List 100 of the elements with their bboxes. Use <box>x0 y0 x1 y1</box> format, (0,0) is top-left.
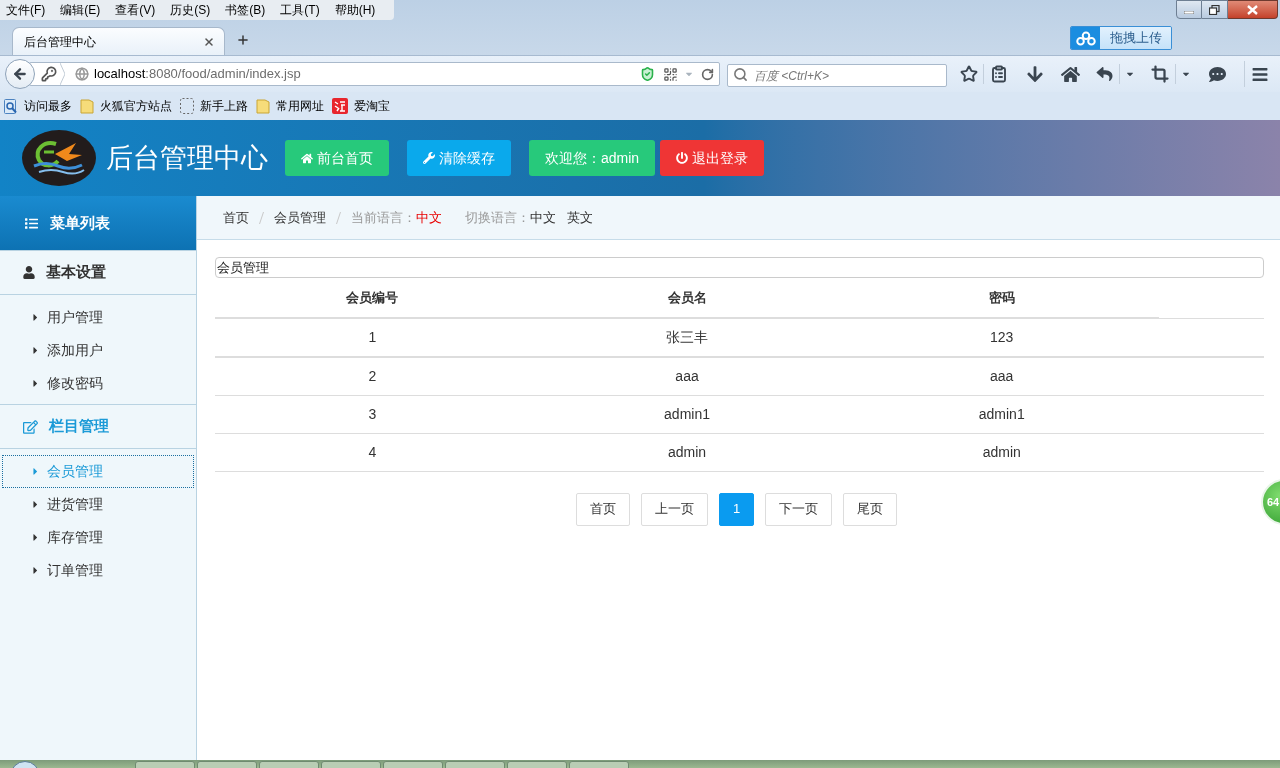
table-cell: 3 <box>215 395 530 433</box>
table-cell: admin1 <box>844 395 1160 433</box>
sidebar-item[interactable]: 添加用户 <box>2 334 194 367</box>
menu-item[interactable]: 历史(S) <box>166 1 215 19</box>
browser-tab[interactable]: 后台管理中心 <box>12 27 225 55</box>
close-icon[interactable] <box>203 35 215 48</box>
table-cell: 1 <box>215 318 530 357</box>
language-link[interactable]: 英文 <box>567 207 593 228</box>
key-icon[interactable] <box>41 66 57 82</box>
pagination-button[interactable]: 下一页 <box>765 492 833 526</box>
power-icon <box>676 152 689 164</box>
table-cell: admin <box>844 433 1160 471</box>
shop-tile-icon <box>332 98 348 114</box>
table-cell: admin1 <box>529 395 845 433</box>
chevron-icon <box>60 63 65 85</box>
sidebar-title: 菜单列表 <box>50 212 110 233</box>
qr-code-icon[interactable] <box>663 66 678 82</box>
wrench-icon <box>423 152 435 164</box>
download-icon[interactable] <box>1026 65 1044 83</box>
pagination-button[interactable]: 上一页 <box>640 492 708 526</box>
dashed-page-icon <box>180 98 194 114</box>
bookmark-item[interactable]: 爱淘宝 <box>332 96 390 116</box>
table-cell: 张三丰 <box>529 318 845 357</box>
search-icon <box>733 66 748 82</box>
chat-icon[interactable] <box>1208 65 1227 83</box>
menu-item[interactable]: 工具(T) <box>276 1 324 19</box>
breadcrumb-link[interactable]: 会员管理 <box>274 207 326 228</box>
folder-icon <box>256 98 270 114</box>
close-window-button[interactable] <box>1228 0 1278 19</box>
sidebar-section-header[interactable]: 基本设置 <box>0 251 196 295</box>
shield-check-icon[interactable] <box>640 66 655 82</box>
crop-icon[interactable] <box>1151 65 1169 83</box>
sidebar-item[interactable]: 库存管理 <box>2 521 194 554</box>
slash-icon <box>259 211 264 224</box>
sidebar-item[interactable]: 进货管理 <box>2 488 194 521</box>
switch-language-label: 切换语言： <box>465 208 530 227</box>
close-icon <box>1247 4 1258 15</box>
home-icon[interactable] <box>1061 65 1080 83</box>
reload-icon[interactable] <box>701 67 714 81</box>
bookmark-star-icon[interactable] <box>960 65 978 83</box>
folder-icon <box>80 98 94 114</box>
bookmark-page-icon <box>4 98 18 114</box>
breadcrumb-link[interactable]: 首页 <box>223 207 249 228</box>
sidebar-item[interactable]: 订单管理 <box>2 554 194 587</box>
sidebar-item[interactable]: 修改密码 <box>2 367 194 400</box>
home-icon <box>301 152 313 164</box>
bookmark-item[interactable]: 访问最多 <box>4 96 72 116</box>
table-cell: 123 <box>844 318 1160 357</box>
restore-button[interactable] <box>1202 0 1228 19</box>
site-title: 后台管理中心 <box>106 144 268 172</box>
menu-item[interactable]: 编辑(E) <box>56 1 105 19</box>
url-text: localhost:8080/food/admin/index.jsp <box>94 65 301 84</box>
table-cell: 2 <box>215 357 530 395</box>
logout-button[interactable]: 退出登录 <box>660 140 765 176</box>
language-value: 中文 <box>416 208 442 227</box>
menu-item[interactable]: 查看(V) <box>111 1 160 19</box>
sidebar-item[interactable]: 用户管理 <box>2 301 194 334</box>
menu-item[interactable]: 帮助(H) <box>330 1 380 19</box>
menu-icon[interactable] <box>1251 65 1269 83</box>
user-icon <box>23 266 35 279</box>
menu-item[interactable]: 文件(F) <box>2 1 50 19</box>
caret-right-icon <box>32 466 39 477</box>
address-field[interactable]: localhost:8080/food/admin/index.jsp <box>29 62 720 86</box>
bookmark-item[interactable]: 新手上路 <box>180 96 248 116</box>
search-field[interactable]: 百度 <Ctrl+K> <box>727 64 947 87</box>
welcome-label: 欢迎您：admin <box>529 140 656 176</box>
caret-right-icon <box>32 532 39 543</box>
cloud-icon <box>1075 30 1096 46</box>
table-cell: aaa <box>529 357 845 395</box>
slash-icon <box>336 211 341 224</box>
undo-icon[interactable] <box>1096 66 1113 82</box>
menu-item[interactable]: 书签(B) <box>221 1 270 19</box>
caret-right-icon <box>32 312 39 323</box>
pagination-button[interactable]: 尾页 <box>843 492 898 526</box>
table-header: 会员名 <box>529 278 845 318</box>
language-link[interactable]: 中文 <box>530 207 556 228</box>
minimize-icon <box>1184 11 1194 14</box>
list-icon <box>24 216 39 230</box>
edit-icon <box>23 419 38 434</box>
table-cell: 4 <box>215 433 530 471</box>
caret-right-icon <box>32 499 39 510</box>
globe-icon <box>75 67 89 81</box>
caret-right-icon <box>32 345 39 356</box>
table-cell: aaa <box>844 357 1160 395</box>
caret-right-icon <box>32 378 39 389</box>
clipboard-icon[interactable] <box>990 65 1008 83</box>
caret-right-icon <box>32 565 39 576</box>
upload-button[interactable]: 拖拽上传 <box>1070 26 1172 50</box>
bookmark-item[interactable]: 火狐官方站点 <box>80 96 172 116</box>
table-header: 会员编号 <box>215 278 530 318</box>
table-cell: admin <box>529 433 845 471</box>
panel-title: 会员管理 <box>215 257 1264 278</box>
new-tab-icon[interactable] <box>236 33 250 47</box>
pagination-button[interactable]: 首页 <box>575 492 630 526</box>
back-button[interactable] <box>5 59 35 89</box>
table-header: 密码 <box>844 278 1160 318</box>
tab-title: 后台管理中心 <box>24 33 96 51</box>
language-label: 当前语言： <box>351 208 416 227</box>
bookmark-item[interactable]: 常用网址 <box>256 96 324 116</box>
restore-icon <box>1209 4 1220 15</box>
